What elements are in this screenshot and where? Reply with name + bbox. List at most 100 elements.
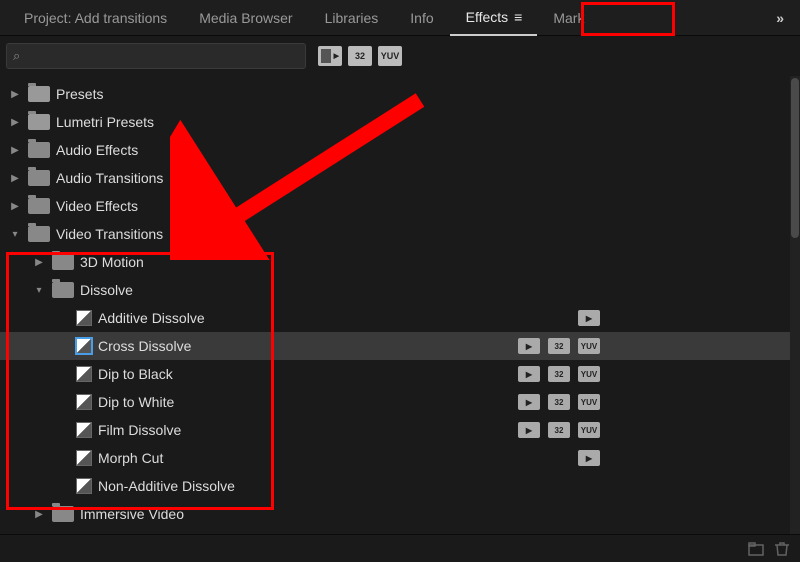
search-icon: ⌕ xyxy=(13,48,20,64)
badge-32bit-icon: 32 xyxy=(548,366,570,382)
badge-animated-icon: ▶ xyxy=(518,394,540,410)
badge-animated-icon: ▶ xyxy=(518,338,540,354)
collapse-icon[interactable]: ▾ xyxy=(8,227,22,241)
tab-effects[interactable]: Effects ≡ xyxy=(450,0,538,36)
expand-icon[interactable]: ▶ xyxy=(8,199,22,213)
tree-item-morph-cut[interactable]: Morph Cut ▶ xyxy=(0,444,800,472)
hamburger-icon[interactable]: ≡ xyxy=(514,9,521,25)
effects-tree: ▶ Presets ▶ Lumetri Presets ▶ Audio Effe… xyxy=(0,76,800,532)
effect-icon xyxy=(76,422,92,438)
folder-icon xyxy=(28,142,50,158)
search-input-wrapper[interactable]: ⌕ xyxy=(6,43,306,69)
badge-animated-icon: ▶ xyxy=(578,310,600,326)
vertical-scrollbar[interactable] xyxy=(790,76,800,534)
badge-32bit-icon: 32 xyxy=(548,338,570,354)
tab-project[interactable]: Project: Add transitions xyxy=(8,0,183,36)
folder-label: Lumetri Presets xyxy=(56,114,154,130)
tab-media-browser[interactable]: Media Browser xyxy=(183,0,308,36)
scrollbar-thumb[interactable] xyxy=(791,78,799,238)
folder-icon xyxy=(28,198,50,214)
effect-label: Additive Dissolve xyxy=(98,310,205,326)
expand-icon[interactable]: ▶ xyxy=(8,87,22,101)
badge-animated-icon[interactable] xyxy=(318,46,342,66)
tab-overflow-button[interactable]: » xyxy=(768,10,792,26)
folder-icon xyxy=(28,86,50,102)
folder-icon xyxy=(52,506,74,522)
item-badges: ▶ 32 YUV xyxy=(518,338,800,354)
tree-item-dip-to-black[interactable]: Dip to Black ▶ 32 YUV xyxy=(0,360,800,388)
effect-icon xyxy=(76,338,92,354)
folder-label: Video Transitions xyxy=(56,226,163,242)
folder-icon xyxy=(52,282,74,298)
effect-label: Non-Additive Dissolve xyxy=(98,478,235,494)
effect-icon xyxy=(76,310,92,326)
folder-label: Audio Effects xyxy=(56,142,138,158)
badge-animated-icon: ▶ xyxy=(578,450,600,466)
folder-icon xyxy=(52,254,74,270)
item-badges: ▶ 32 YUV xyxy=(518,394,800,410)
effect-icon xyxy=(76,366,92,382)
item-badges: ▶ 32 YUV xyxy=(518,422,800,438)
tree-folder-immersive-video[interactable]: ▶ Immersive Video xyxy=(0,500,800,528)
badge-32bit-icon: 32 xyxy=(548,422,570,438)
tree-item-non-additive-dissolve[interactable]: Non-Additive Dissolve xyxy=(0,472,800,500)
badge-animated-icon: ▶ xyxy=(518,422,540,438)
tab-effects-label: Effects xyxy=(466,9,509,25)
badge-yuv-icon: YUV xyxy=(578,422,600,438)
folder-icon xyxy=(28,114,50,130)
tab-libraries[interactable]: Libraries xyxy=(309,0,395,36)
expand-icon[interactable]: ▶ xyxy=(32,255,46,269)
folder-label: Immersive Video xyxy=(80,506,184,522)
badge-yuv-icon: YUV xyxy=(578,338,600,354)
folder-label: 3D Motion xyxy=(80,254,144,270)
tree-folder-dissolve[interactable]: ▾ Dissolve xyxy=(0,276,800,304)
item-badges: ▶ xyxy=(578,310,800,326)
tree-item-additive-dissolve[interactable]: Additive Dissolve ▶ xyxy=(0,304,800,332)
folder-label: Presets xyxy=(56,86,103,102)
item-badges: ▶ 32 YUV xyxy=(518,366,800,382)
effect-icon xyxy=(76,478,92,494)
folder-icon xyxy=(28,226,50,242)
expand-icon[interactable]: ▶ xyxy=(8,115,22,129)
folder-label: Dissolve xyxy=(80,282,133,298)
panel-status-bar xyxy=(0,534,800,562)
folder-label: Audio Transitions xyxy=(56,170,163,186)
panel-tab-bar: Project: Add transitions Media Browser L… xyxy=(0,0,800,36)
collapse-icon[interactable]: ▾ xyxy=(32,283,46,297)
tab-info[interactable]: Info xyxy=(394,0,449,36)
badge-32bit-icon: 32 xyxy=(548,394,570,410)
tree-item-cross-dissolve[interactable]: Cross Dissolve ▶ 32 YUV xyxy=(0,332,800,360)
folder-icon xyxy=(28,170,50,186)
expand-icon[interactable]: ▶ xyxy=(8,171,22,185)
expand-icon[interactable]: ▶ xyxy=(32,507,46,521)
effects-toolbar: ⌕ 32 YUV xyxy=(0,36,800,76)
trash-icon[interactable] xyxy=(774,542,790,556)
effect-label: Film Dissolve xyxy=(98,422,181,438)
effect-icon xyxy=(76,450,92,466)
badge-32bit-icon[interactable]: 32 xyxy=(348,46,372,66)
badge-animated-icon: ▶ xyxy=(518,366,540,382)
effect-label: Dip to White xyxy=(98,394,174,410)
search-input[interactable] xyxy=(24,49,299,64)
tree-item-dip-to-white[interactable]: Dip to White ▶ 32 YUV xyxy=(0,388,800,416)
tree-folder-audio-effects[interactable]: ▶ Audio Effects xyxy=(0,136,800,164)
tree-folder-audio-transitions[interactable]: ▶ Audio Transitions xyxy=(0,164,800,192)
filter-badge-set: 32 YUV xyxy=(318,46,402,66)
effect-icon xyxy=(76,394,92,410)
badge-yuv-icon: YUV xyxy=(578,394,600,410)
badge-yuv-icon[interactable]: YUV xyxy=(378,46,402,66)
badge-yuv-icon: YUV xyxy=(578,366,600,382)
tree-folder-video-effects[interactable]: ▶ Video Effects xyxy=(0,192,800,220)
tree-folder-presets[interactable]: ▶ Presets xyxy=(0,80,800,108)
expand-icon[interactable]: ▶ xyxy=(8,143,22,157)
tree-folder-3d-motion[interactable]: ▶ 3D Motion xyxy=(0,248,800,276)
tree-folder-lumetri[interactable]: ▶ Lumetri Presets xyxy=(0,108,800,136)
effect-label: Dip to Black xyxy=(98,366,173,382)
effects-panel-body: ▶ Presets ▶ Lumetri Presets ▶ Audio Effe… xyxy=(0,76,800,534)
new-bin-icon[interactable] xyxy=(748,542,764,556)
tab-markers[interactable]: Mark xyxy=(537,0,600,36)
effect-label: Morph Cut xyxy=(98,450,163,466)
tree-item-film-dissolve[interactable]: Film Dissolve ▶ 32 YUV xyxy=(0,416,800,444)
tree-folder-video-transitions[interactable]: ▾ Video Transitions xyxy=(0,220,800,248)
effect-label: Cross Dissolve xyxy=(98,338,191,354)
